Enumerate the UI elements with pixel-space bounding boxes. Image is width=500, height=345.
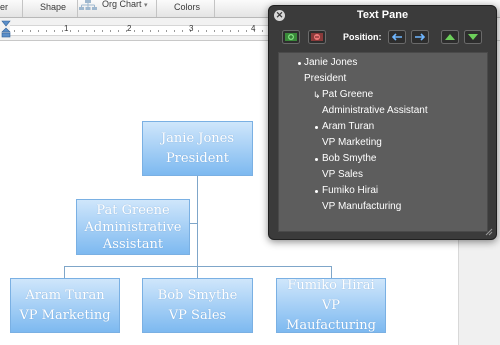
ruler-tick (22, 30, 23, 32)
ruler-tick (14, 30, 15, 32)
ruler-tick (158, 30, 159, 32)
node-title: VP Maufacturing (286, 297, 376, 333)
entry-title: VP Marketing (322, 137, 382, 148)
entry-title: Administrative Assistant (322, 105, 428, 116)
ruler-number: 3 (189, 24, 194, 33)
node-title: Administrative (84, 219, 182, 235)
add-shape-icon[interactable] (282, 30, 300, 44)
ruler-tick (182, 30, 183, 32)
ruler-tick (214, 30, 215, 32)
node-name: Fumiko Hirai (287, 277, 375, 293)
ruler-tick (110, 30, 111, 32)
connector-line (190, 223, 198, 224)
node-title: VP Marketing (19, 307, 111, 323)
ruler-tick (206, 30, 207, 32)
entry-name: Aram Turan (322, 121, 375, 132)
org-chart-button[interactable]: Org Chart ▾ (102, 0, 148, 9)
node-name: Aram Turan (25, 287, 105, 303)
ruler-tick (38, 30, 39, 32)
ruler-tick (54, 30, 55, 32)
org-chart-icon[interactable] (79, 0, 97, 12)
org-node-report[interactable]: Aram Turan VP Marketing (10, 278, 120, 333)
move-down-icon[interactable] (464, 30, 482, 44)
ruler-tick (62, 30, 63, 32)
ruler-number: 4 (251, 24, 256, 33)
delete-shape-icon[interactable] (308, 30, 326, 44)
text-pane-entry[interactable]: Pat Greene Administrative Assistant (322, 87, 428, 119)
shape-group-label[interactable]: Shape (40, 2, 66, 12)
entry-name: Janie Jones (304, 57, 358, 68)
node-title: President (165, 150, 230, 166)
org-chart-label: Org Chart (102, 0, 142, 9)
ruler-tick (246, 30, 247, 32)
move-up-icon[interactable] (441, 30, 459, 44)
node-title: VP Sales (168, 307, 227, 323)
ruler-tick (30, 30, 31, 32)
ribbon-separator (156, 0, 157, 17)
connector-line (197, 266, 198, 278)
ruler-tick (94, 30, 95, 32)
entry-name: Pat Greene (322, 89, 374, 100)
ruler-tick (134, 30, 135, 32)
bullet-icon (315, 190, 318, 193)
bullet-icon (315, 126, 318, 129)
bullet-icon (315, 158, 318, 161)
text-pane-entry[interactable]: Fumiko Hirai VP Manufacturing (322, 183, 401, 215)
assistant-marker-icon: ↳ (313, 90, 321, 100)
node-name: Janie Jones (160, 130, 235, 146)
ruler-tick (46, 30, 47, 32)
text-pane-body[interactable]: Janie Jones President ↳ Pat Greene Admin… (278, 52, 488, 232)
ruler-tick (222, 30, 223, 32)
entry-title: VP Manufacturing (322, 201, 402, 212)
text-pane-entry[interactable]: Janie Jones President (304, 55, 357, 87)
entry-title: President (304, 73, 347, 84)
entry-title: VP Sales (322, 169, 363, 180)
ribbon-separator (214, 0, 215, 17)
ruler-tick (238, 30, 239, 32)
ruler-tick (230, 30, 231, 32)
ribbon-tab-partial[interactable]: er (0, 2, 8, 12)
ruler-tick (142, 30, 143, 32)
text-pane-entry[interactable]: Bob Smythe VP Sales (322, 151, 376, 183)
ruler-number: 1 (64, 24, 69, 33)
ruler-tick (78, 30, 79, 32)
ruler-number: 2 (127, 24, 132, 33)
ruler-tick (174, 30, 175, 32)
node-name: Bob Smythe (157, 287, 238, 303)
entry-name: Fumiko Hirai (322, 185, 379, 196)
ruler-tick (262, 30, 263, 32)
ruler-tick (86, 30, 87, 32)
colors-group-label[interactable]: Colors (174, 2, 200, 12)
promote-icon[interactable] (388, 30, 406, 44)
connector-line (197, 176, 198, 276)
ruler-tick (118, 30, 119, 32)
ribbon-separator (22, 0, 23, 17)
node-name: Pat Greene (96, 202, 170, 218)
ruler-tick (70, 30, 71, 32)
org-node-president[interactable]: Janie Jones President (142, 121, 253, 176)
ribbon-separator (77, 0, 78, 17)
org-node-report[interactable]: Fumiko Hirai VP Maufacturing (276, 278, 386, 333)
ruler-tick (150, 30, 151, 32)
text-pane[interactable]: ✕ Text Pane Position: Janie Jones Presid… (268, 5, 497, 240)
indent-marker-icon[interactable] (1, 18, 11, 40)
connector-line (64, 266, 65, 278)
chevron-down-icon: ▾ (144, 2, 148, 9)
ruler-tick (198, 30, 199, 32)
entry-name: Bob Smythe (322, 153, 377, 164)
text-pane-title: Text Pane (356, 9, 409, 21)
node-title: Assistant (102, 236, 164, 252)
ruler-tick (102, 30, 103, 32)
position-label: Position: (343, 32, 382, 42)
org-node-assistant[interactable]: Pat Greene Administrative Assistant (76, 199, 190, 255)
resize-grip-icon[interactable] (484, 227, 493, 236)
bullet-icon (298, 62, 301, 65)
org-node-report[interactable]: Bob Smythe VP Sales (142, 278, 253, 333)
demote-icon[interactable] (411, 30, 429, 44)
ruler-tick (166, 30, 167, 32)
text-pane-entry[interactable]: Aram Turan VP Marketing (322, 119, 382, 151)
